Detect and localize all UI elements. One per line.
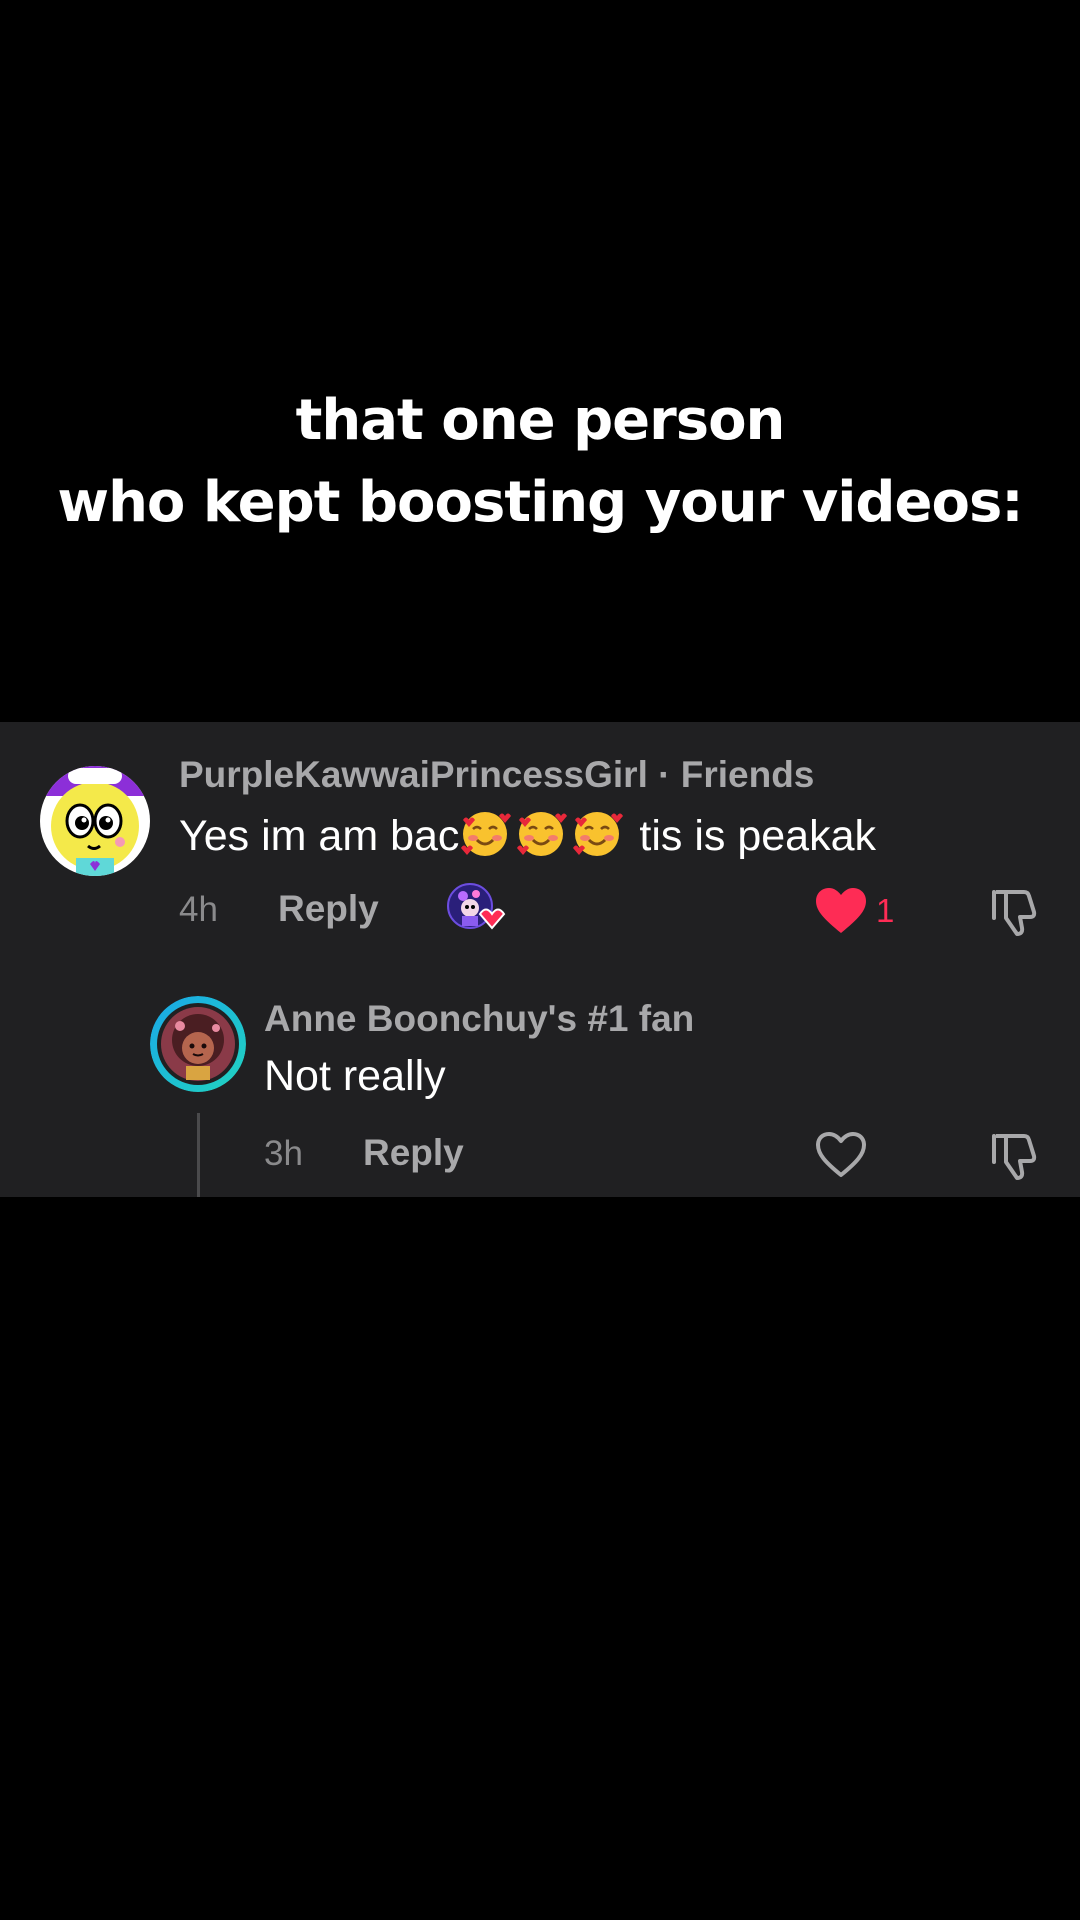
reply-timestamp: 3h — [264, 1134, 303, 1173]
heart-icon[interactable] — [814, 887, 868, 935]
reply-button[interactable]: Reply — [363, 1132, 464, 1174]
comment-text-before: Yes im am bac — [179, 812, 460, 860]
avatar[interactable] — [150, 996, 246, 1092]
avatar[interactable] — [40, 766, 150, 876]
caption-line-1: that one person — [295, 388, 786, 453]
reply-text: Not really — [264, 1052, 446, 1100]
thread-line — [197, 1113, 200, 1197]
comment-text-after: tis is peakak — [627, 812, 876, 860]
dislike-icon[interactable] — [988, 886, 1040, 938]
creator-liked-badge — [446, 882, 506, 934]
smiling-face-with-hearts-icon — [571, 808, 624, 860]
comment-text: Yes im am bac tis is peakak — [179, 808, 876, 861]
comment-username[interactable]: PurpleKawwaiPrincessGirl · Friends — [179, 754, 814, 796]
comment-timestamp: 4h — [179, 890, 218, 929]
caption-line-2: who kept boosting your videos: — [57, 470, 1023, 535]
heart-outline-icon[interactable] — [814, 1131, 868, 1179]
reply-button[interactable]: Reply — [278, 888, 379, 930]
reply-username[interactable]: Anne Boonchuy's #1 fan — [264, 998, 694, 1040]
dislike-icon[interactable] — [988, 1130, 1040, 1182]
like-count: 1 — [876, 892, 895, 929]
video-caption: that one person who kept boosting your v… — [0, 380, 1080, 544]
smiling-face-with-hearts-icon — [459, 808, 512, 860]
smiling-face-with-hearts-icon — [515, 808, 568, 860]
